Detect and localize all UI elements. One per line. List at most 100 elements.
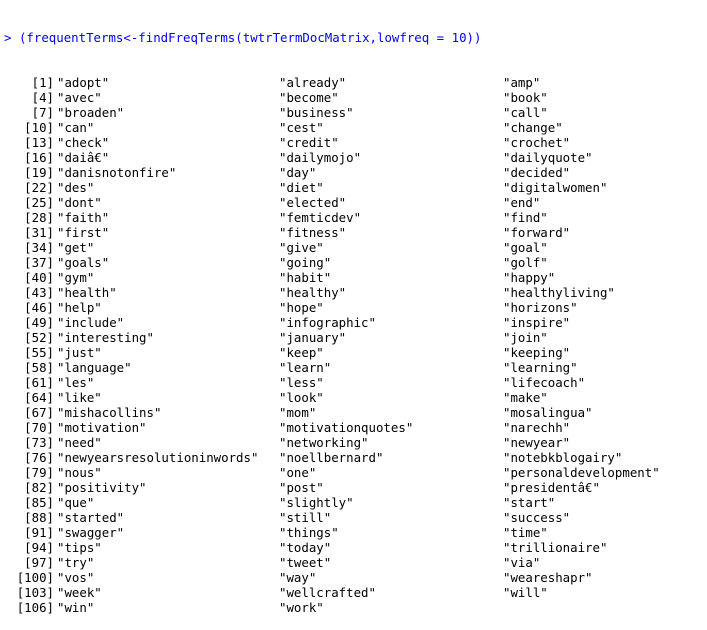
term-value: "weareshapr" [503,570,593,585]
term-value: "hope" [279,300,324,315]
term-value: "newyear" [503,435,571,450]
row-index: [67] [24,405,54,420]
term-value: "faith" [57,210,110,225]
term-value: "less" [279,375,324,390]
term-value: "dailymojo" [279,150,362,165]
term-value: "inspire" [503,315,571,330]
row-index: [25] [24,195,54,210]
row-index: [4] [31,90,54,105]
term-value: "lifecoach" [503,375,586,390]
term-value: "golf" [503,255,548,270]
term-value: "change" [503,120,563,135]
term-value: "start" [503,495,556,510]
term-value: "can" [57,120,95,135]
output-row: [31] "first" "fitness" "forward" [0,225,707,240]
term-value: "healthy" [279,285,347,300]
output-row: [85] "que" "slightly" "start" [0,495,707,510]
output-row: [97] "try" "tweet" "via" [0,555,707,570]
term-value: "end" [503,195,541,210]
output-row: [64] "like" "look" "make" [0,390,707,405]
row-index: [31] [24,225,54,240]
row-index: [49] [24,315,54,330]
output-row: [40] "gym" "habit" "happy" [0,270,707,285]
term-value: "les" [57,375,95,390]
term-value: "already" [279,75,347,90]
term-value: "newyearsresolutioninwords" [57,450,259,465]
row-index: [103] [16,585,54,600]
row-index: [52] [24,330,54,345]
term-value: "success" [503,510,571,525]
output-row: [49] "include" "infographic" "inspire" [0,315,707,330]
output-row: [19] "danisnotonfire" "day" "decided" [0,165,707,180]
output-row: [28] "faith" "femticdev" "find" [0,210,707,225]
r-console[interactable]: > (frequentTerms<-findFreqTerms(twtrTerm… [0,0,707,615]
term-value: "trillionaire" [503,540,608,555]
term-value: "post" [279,480,324,495]
term-value: "daiâ€" [57,150,110,165]
row-index: [16] [24,150,54,165]
term-value: "way" [279,570,317,585]
term-value: "broaden" [57,105,125,120]
row-index: [10] [24,120,54,135]
output-row: [67] "mishacollins" "mom" "mosalingua" [0,405,707,420]
term-value: "des" [57,180,95,195]
term-value: "keeping" [503,345,571,360]
row-index: [61] [24,375,54,390]
output-row: [91] "swagger" "things" "time" [0,525,707,540]
term-value: "femticdev" [279,210,362,225]
term-value: "dont" [57,195,102,210]
term-value: "january" [279,330,347,345]
term-value: "things" [279,525,339,540]
term-value: "join" [503,330,548,345]
term-value: "dailyquote" [503,150,593,165]
output-row: [73] "need" "networking" "newyear" [0,435,707,450]
term-value: "goal" [503,240,548,255]
output-row: [88] "started" "still" "success" [0,510,707,525]
output-row: [46] "help" "hope" "horizons" [0,300,707,315]
term-value: "happy" [503,270,556,285]
output-row: [58] "language" "learn" "learning" [0,360,707,375]
row-index: [82] [24,480,54,495]
term-value: "win" [57,600,95,615]
output-row: [70] "motivation" "motivationquotes" "narec… [0,420,707,435]
term-value: "keep" [279,345,324,360]
term-value: "slightly" [279,495,354,510]
term-value: "one" [279,465,317,480]
row-index: [106] [16,600,54,615]
output-row: [4] "avec" "become" "book" [0,90,707,105]
term-value: "mishacollins" [57,405,162,420]
term-value: "day" [279,165,317,180]
row-index: [46] [24,300,54,315]
row-index: [100] [16,570,54,585]
row-index: [28] [24,210,54,225]
term-value: "presidentâ€" [503,480,600,495]
term-value: "mom" [279,405,317,420]
term-value: "via" [503,555,541,570]
term-value: "goals" [57,255,110,270]
term-value: "avec" [57,90,102,105]
term-value: "habit" [279,270,332,285]
output-row: [103] "week" "wellcrafted" "will" [0,585,707,600]
output-row: [16] "daiâ€" "dailymojo" "dailyquote" [0,150,707,165]
term-value: "become" [279,90,339,105]
term-value: "get" [57,240,95,255]
term-value: "check" [57,135,110,150]
term-value: "notebkblogairy" [503,450,623,465]
output-row: [25] "dont" "elected" "end" [0,195,707,210]
term-value: "noellbernard" [279,450,384,465]
term-value: "horizons" [503,300,578,315]
term-value: "danisnotonfire" [57,165,177,180]
row-index: [34] [24,240,54,255]
row-index: [70] [24,420,54,435]
term-value: "health" [57,285,117,300]
row-index: [43] [24,285,54,300]
term-value: "elected" [279,195,347,210]
output-row: [61] "les" "less" "lifecoach" [0,375,707,390]
term-value: "wellcrafted" [279,585,376,600]
term-value: "nous" [57,465,102,480]
output-row: [82] "positivity" "post" "presidentâ€" [0,480,707,495]
term-value: "mosalingua" [503,405,593,420]
term-value: "learning" [503,360,578,375]
row-index: [37] [24,255,54,270]
term-value: "week" [57,585,102,600]
